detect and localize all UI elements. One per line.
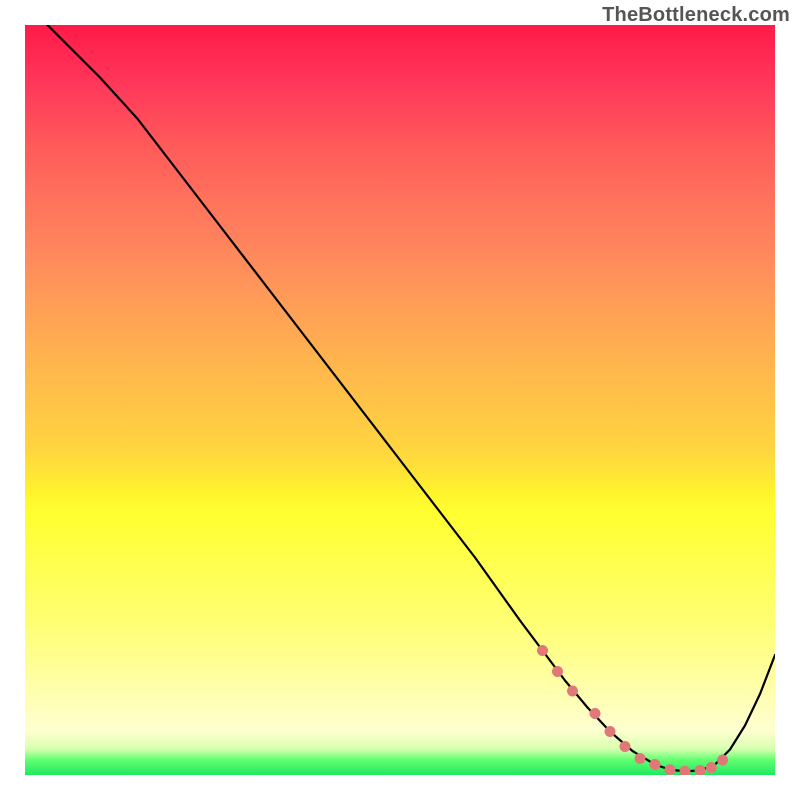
- highlight-dot: [567, 686, 578, 697]
- bottleneck-curve: [48, 25, 776, 771]
- highlight-dot: [706, 762, 717, 773]
- watermark-text: TheBottleneck.com: [602, 4, 790, 27]
- curve-svg: [25, 25, 775, 775]
- highlight-dot: [590, 708, 601, 719]
- highlight-dot: [605, 726, 616, 737]
- highlight-dot: [635, 753, 646, 764]
- highlight-dot: [665, 764, 676, 775]
- highlight-dots: [537, 645, 728, 775]
- plot-area: [25, 25, 775, 775]
- highlight-dot: [717, 755, 728, 766]
- highlight-dot: [620, 741, 631, 752]
- chart-container: TheBottleneck.com: [0, 0, 800, 800]
- highlight-dot: [695, 765, 706, 775]
- highlight-dot: [680, 766, 691, 775]
- highlight-dot: [537, 645, 548, 656]
- highlight-dot: [552, 666, 563, 677]
- highlight-dot: [650, 759, 661, 770]
